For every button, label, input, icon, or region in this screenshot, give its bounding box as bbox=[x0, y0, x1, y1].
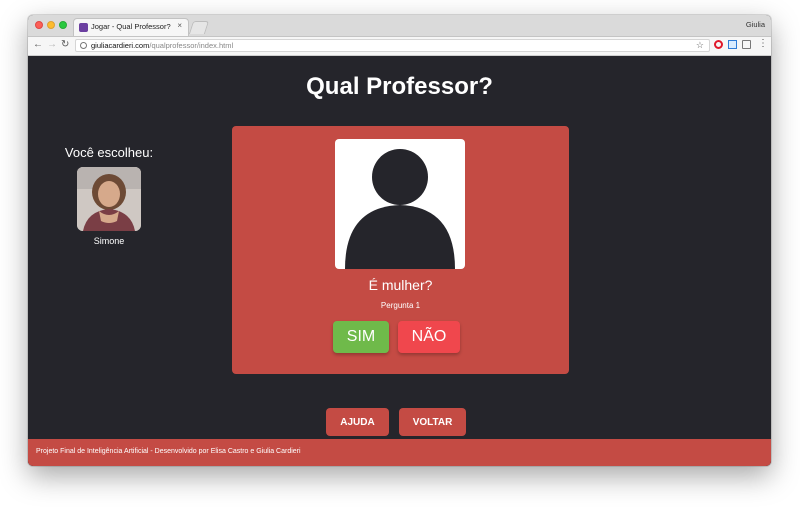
menu-icon[interactable]: ⋮ bbox=[758, 38, 768, 49]
profile-name[interactable]: Giulia bbox=[746, 20, 765, 29]
cast-icon[interactable] bbox=[742, 40, 751, 49]
minimize-window-button[interactable] bbox=[47, 21, 55, 29]
professor-portrait bbox=[77, 167, 141, 231]
info-icon[interactable] bbox=[80, 42, 87, 49]
favicon-icon bbox=[79, 23, 88, 32]
page-content: Qual Professor? Você escolheu: Simone É … bbox=[28, 56, 771, 466]
mystery-avatar bbox=[335, 139, 465, 269]
question-text: É mulher? bbox=[368, 277, 433, 293]
avatar-silhouette-icon bbox=[345, 149, 455, 269]
page-title: Qual Professor? bbox=[306, 73, 493, 100]
help-button[interactable]: AJUDA bbox=[326, 408, 389, 436]
url-path: /qualprofessor/index.html bbox=[149, 41, 234, 50]
back-arrow-icon[interactable]: ← bbox=[33, 39, 43, 50]
no-button[interactable]: NÃO bbox=[398, 321, 460, 353]
question-number: Pergunta 1 bbox=[380, 301, 421, 310]
chosen-label: Você escolheu: bbox=[64, 145, 154, 160]
tab-strip: Jogar - Qual Professor? × Giulia bbox=[28, 15, 771, 37]
question-card: É mulher? Pergunta 1 SIM NÃO bbox=[232, 126, 569, 374]
browser-window: Jogar - Qual Professor? × Giulia ← → ↻ g… bbox=[28, 15, 771, 466]
url-host: giuliacardieri.com bbox=[91, 41, 150, 50]
tab-title: Jogar - Qual Professor? bbox=[91, 22, 171, 31]
tab-active[interactable]: Jogar - Qual Professor? × bbox=[73, 18, 189, 36]
footer: Projeto Final de Inteligência Artificial… bbox=[28, 439, 771, 466]
yes-button[interactable]: SIM bbox=[333, 321, 389, 353]
star-icon[interactable]: ☆ bbox=[696, 40, 704, 51]
chosen-professor-name: Simone bbox=[93, 236, 125, 246]
forward-arrow-icon[interactable]: → bbox=[47, 39, 57, 50]
maximize-window-button[interactable] bbox=[59, 21, 67, 29]
close-window-button[interactable] bbox=[35, 21, 43, 29]
tab-close-icon[interactable]: × bbox=[177, 21, 182, 30]
chosen-professor-photo bbox=[77, 167, 141, 231]
opera-icon[interactable] bbox=[714, 40, 723, 49]
browser-toolbar: ← → ↻ giuliacardieri.com/qualprofessor/i… bbox=[28, 37, 771, 56]
ruler-icon[interactable] bbox=[728, 40, 737, 49]
new-tab-button[interactable] bbox=[188, 21, 210, 34]
url-text: giuliacardieri.com/qualprofessor/index.h… bbox=[91, 41, 233, 50]
footer-text: Projeto Final de Inteligência Artificial… bbox=[36, 448, 301, 455]
reload-icon[interactable]: ↻ bbox=[61, 39, 69, 50]
back-button[interactable]: VOLTAR bbox=[399, 408, 466, 436]
address-bar[interactable]: giuliacardieri.com/qualprofessor/index.h… bbox=[75, 39, 710, 52]
